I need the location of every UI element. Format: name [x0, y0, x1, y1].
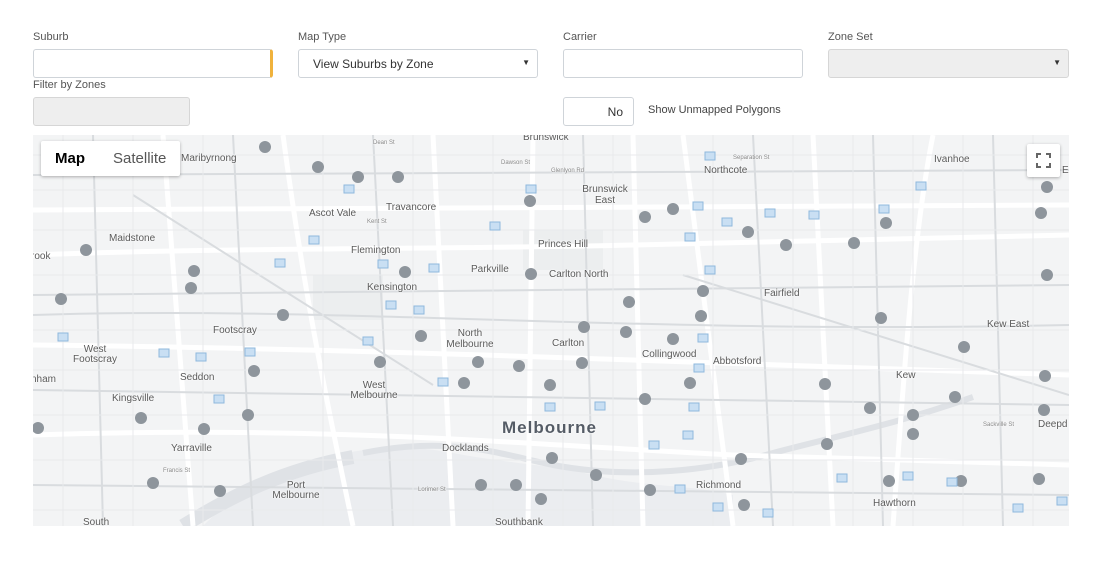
place-label-e: E — [1062, 165, 1069, 176]
place-label-carlton: Carlton — [552, 338, 585, 349]
place-label-rook: rook — [33, 251, 51, 262]
street-label-glenlyon-rd: Glenlyon Rd — [551, 168, 585, 174]
place-label-travancore: Travancore — [386, 202, 437, 213]
fullscreen-icon — [1036, 153, 1051, 168]
fullscreen-button[interactable] — [1027, 144, 1060, 177]
chevron-down-icon: ▼ — [1053, 58, 1061, 67]
place-label-nham: nham — [33, 374, 57, 385]
place-label-seddon: Seddon — [180, 372, 215, 383]
place-label-carlton-north: Carlton North — [549, 269, 609, 280]
map-type-map-button[interactable]: Map — [41, 141, 99, 176]
place-label-maidstone: Maidstone — [109, 233, 156, 244]
map-type-selected-value: View Suburbs by Zone — [313, 57, 434, 71]
zone-set-label: Zone Set — [828, 31, 873, 43]
map-type-select[interactable]: View Suburbs by Zone ▼ — [298, 49, 538, 78]
place-label-kew-east: Kew East — [987, 319, 1030, 330]
carrier-input[interactable] — [563, 49, 803, 78]
map-type-label: Map Type — [298, 31, 347, 43]
street-label-dean-st: Dean St — [373, 140, 395, 146]
place-label-deepd: Deepd — [1038, 419, 1068, 430]
filter-zones-input[interactable] — [33, 97, 190, 126]
place-label-maribyrnong: Maribyrnong — [181, 153, 237, 164]
map-type-control: Map Satellite — [41, 141, 181, 176]
street-label-kent-st: Kent St — [367, 219, 387, 225]
place-label-docklands: Docklands — [442, 443, 489, 454]
zone-set-select[interactable]: ▼ — [828, 49, 1069, 78]
place-label-ivanhoe: Ivanhoe — [934, 154, 970, 165]
street-label-francis-st: Francis St — [163, 468, 191, 474]
place-label-brunswick: Brunswick — [523, 135, 569, 143]
chevron-down-icon: ▼ — [522, 58, 530, 67]
place-label-kensington: Kensington — [367, 282, 418, 293]
street-label-sackville-st: Sackville St — [983, 422, 1015, 428]
place-label-southbank: Southbank — [495, 517, 543, 526]
place-label-port-melbourne: Port Melbourne — [272, 480, 320, 501]
street-label-lorimer-st: Lorimer St — [418, 487, 446, 493]
place-label-hawthorn: Hawthorn — [873, 498, 916, 509]
unmapped-toggle-value: No — [607, 105, 623, 119]
place-label-north-melbourne: North Melbourne — [446, 328, 494, 350]
place-label-fairfield: Fairfield — [764, 288, 800, 299]
suburb-label: Suburb — [33, 31, 69, 43]
place-label-ascot-vale: Ascot Vale — [309, 208, 357, 219]
map-canvas[interactable]: Brunswick Maribyrnong Northcote Ivanhoe … — [33, 135, 1069, 526]
place-label-west-footscray: West Footscray — [73, 344, 117, 365]
place-label-collingwood: Collingwood — [642, 349, 697, 360]
street-label-dawson-st: Dawson St — [501, 160, 531, 166]
place-label-melbourne: Melbourne — [502, 418, 597, 437]
place-label-richmond: Richmond — [696, 480, 742, 491]
carrier-label: Carrier — [563, 31, 597, 43]
place-label-kingsville: Kingsville — [112, 393, 155, 404]
place-label-northcote: Northcote — [704, 165, 748, 176]
place-label-footscray: Footscray — [213, 325, 257, 336]
suburb-input[interactable] — [33, 49, 273, 78]
place-label-yarraville: Yarraville — [171, 443, 212, 454]
place-label-parkville: Parkville — [471, 264, 509, 275]
place-label-brunswick-east: Brunswick East — [582, 184, 628, 206]
place-label-flemington: Flemington — [351, 245, 401, 256]
place-label-abbotsford: Abbotsford — [713, 356, 762, 367]
map-type-satellite-button[interactable]: Satellite — [99, 141, 180, 176]
place-label-south: South — [83, 517, 110, 526]
filter-zones-label: Filter by Zones — [33, 79, 106, 91]
unmapped-polygons-toggle[interactable]: No — [563, 97, 634, 126]
place-label-kew: Kew — [896, 370, 916, 381]
unmapped-polygons-label: Show Unmapped Polygons — [648, 104, 781, 116]
street-label-separation-st: Separation St — [733, 155, 770, 161]
place-label-princes-hill: Princes Hill — [538, 239, 589, 250]
place-label-west-melbourne: West Melbourne — [350, 380, 398, 401]
